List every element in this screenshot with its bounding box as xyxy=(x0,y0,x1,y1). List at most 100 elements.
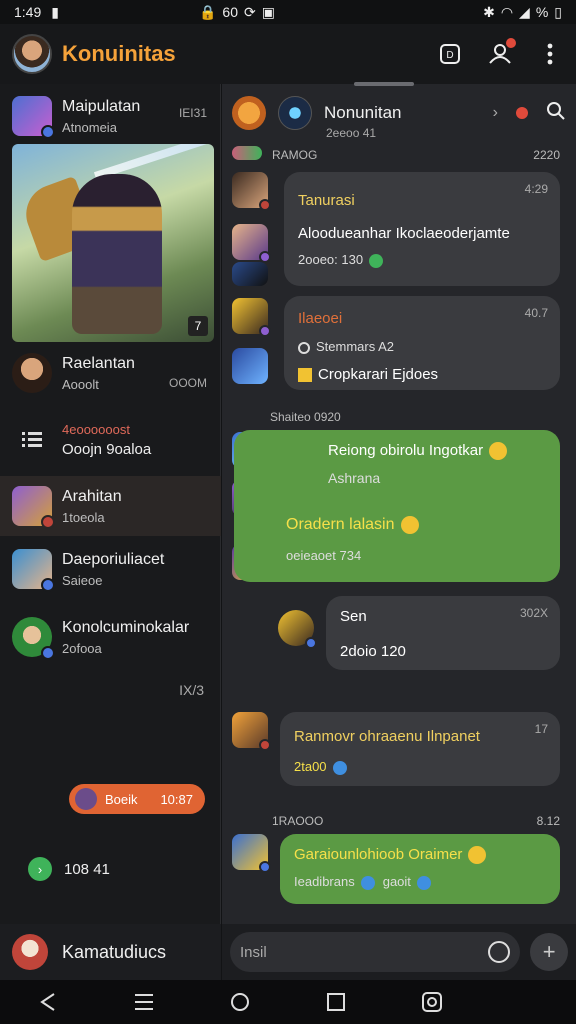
message-text: Ashrana xyxy=(328,470,381,487)
message-avatar[interactable] xyxy=(232,834,271,873)
status-badge xyxy=(41,578,55,592)
message-avatar[interactable] xyxy=(232,172,271,211)
message-bubble[interactable]: Sen 302X 2doio 120 xyxy=(326,596,560,670)
sidebar-item-list[interactable]: 4eoooooost Ooojn 9oaloa xyxy=(0,414,221,466)
group-add-icon[interactable] xyxy=(486,38,516,68)
message-avatar[interactable] xyxy=(232,712,271,751)
battery-icon: ▯ xyxy=(554,3,562,20)
sidebar: Maipulatan Atnomeia IEI31 7 Raelantan Ao… xyxy=(0,84,221,980)
signal-icon: ◢ xyxy=(519,3,530,20)
add-button[interactable]: + xyxy=(530,933,568,971)
message-text: Oradern lalasin xyxy=(286,516,395,534)
search-icon[interactable] xyxy=(546,101,566,126)
radio-icon xyxy=(298,341,310,354)
svg-text:D: D xyxy=(446,50,453,61)
message-text: Cropkarari Ejdoes xyxy=(318,366,439,383)
app-bar: Konuinitas D xyxy=(0,24,576,84)
message-bubble[interactable]: Garaiounlohioob Oraimer Ieadibrans gaoit xyxy=(280,834,560,904)
more-options-icon[interactable] xyxy=(536,40,564,68)
sidebar-item-sub: Atnomeia xyxy=(62,119,117,135)
message-text: gaoit xyxy=(382,874,411,890)
sidebar-item-name: Raelantan xyxy=(62,354,135,372)
sidebar-item-sub: Saieoe xyxy=(62,572,103,588)
footer-name: Kamatudiucs xyxy=(62,941,167,962)
chevron-right-icon[interactable]: › xyxy=(493,104,498,122)
status-badge xyxy=(41,515,55,529)
pill-number: 10:87 xyxy=(160,791,193,807)
sidebar-item-konolcuminokalar[interactable]: Konolcuminokalar 2ofooa xyxy=(0,612,221,662)
sidebar-item-arahitan[interactable]: Arahitan 1toeola xyxy=(0,476,221,536)
hero-image[interactable]: 7 xyxy=(12,144,214,342)
discord-icon[interactable]: D xyxy=(436,40,464,68)
live-indicator-icon[interactable] xyxy=(516,107,528,119)
message-list: RAMOG 2220 Tanurasi 4:29 Aloodueanhar Ik… xyxy=(222,142,576,924)
sidebar-item-meta: IEI31 xyxy=(178,106,207,120)
sidebar-item-daeporiuliacet[interactable]: Daeporiuliacet Saieoe xyxy=(0,544,221,594)
home-icon[interactable] xyxy=(192,991,288,1013)
sidebar-bottom-entry[interactable]: › 108 41 xyxy=(28,857,110,881)
message-input[interactable]: Insil xyxy=(230,932,521,972)
sidebar-item-raelantan[interactable]: Raelantan Aooolt OOOM xyxy=(0,350,221,396)
sync-icon: ⟳ xyxy=(243,3,256,20)
sidebar-footer[interactable]: Kamatudiucs xyxy=(0,924,221,980)
date-text: Shaiteo 0920 xyxy=(270,410,341,424)
list-icon xyxy=(12,420,52,460)
status-mid-text: 60 xyxy=(222,4,238,20)
profile-avatar[interactable] xyxy=(12,34,52,74)
menu-icon[interactable] xyxy=(96,993,192,1011)
chat-title: Nonunitan xyxy=(324,103,402,122)
battery-text: % xyxy=(535,4,549,20)
hand-emoji-icon xyxy=(298,368,312,383)
avatar xyxy=(12,96,55,139)
message-bubble[interactable]: Reiong obirolu Ingotkar Ashrana Oradern … xyxy=(234,430,560,582)
message-bubble[interactable]: Ranmovr ohraaenu Ilnpanet 17 2ta00 xyxy=(280,712,560,786)
emoji-picker-icon[interactable] xyxy=(488,941,511,963)
message-bubble[interactable]: Ilaeoei 40.7 Stemmars A2 Cropkarari Ejdo… xyxy=(284,296,560,390)
status-badge xyxy=(41,646,55,660)
app-icon: ▣ xyxy=(261,3,275,20)
avatar xyxy=(12,617,55,660)
chat-header: Nonunitan › 2eeoo 41 xyxy=(222,84,576,142)
server-icon[interactable] xyxy=(232,96,266,130)
sidebar-corner-label: IX/3 xyxy=(179,682,204,698)
storage-icon: ▮ xyxy=(51,3,59,20)
sidebar-item-maipulatan[interactable]: Maipulatan Atnomeia IEI31 xyxy=(0,94,221,139)
bluetooth-icon: ✱ xyxy=(483,3,495,20)
channel-avatar[interactable] xyxy=(278,96,312,130)
avatar xyxy=(12,549,55,592)
message-avatar[interactable] xyxy=(232,224,271,263)
wifi-icon: ◠ xyxy=(500,3,514,20)
message-bubble[interactable]: Tanurasi 4:29 Aloodueanhar Ikoclaeoderja… xyxy=(284,172,560,286)
status-badge xyxy=(259,861,271,873)
message-avatar[interactable] xyxy=(232,298,271,337)
back-icon[interactable] xyxy=(0,992,96,1012)
pill-label: Boeik xyxy=(105,791,138,807)
message-title: Ranmovr ohraaenu Ilnpanet xyxy=(294,728,480,745)
recents-icon[interactable] xyxy=(288,992,384,1012)
message-text: 2doio 120 xyxy=(340,643,406,660)
message-avatar[interactable] xyxy=(278,610,317,649)
status-badge xyxy=(259,325,271,337)
status-badge xyxy=(41,125,55,139)
warrior-figure xyxy=(72,174,162,334)
arrow-right-icon: › xyxy=(28,857,52,881)
assistant-icon[interactable] xyxy=(384,991,480,1013)
sidebar-item-meta: OOOM xyxy=(169,376,207,390)
message-time: 302X xyxy=(519,606,548,620)
message-meta: 2ooeo: 130 xyxy=(298,252,364,267)
sparkle-emoji-icon xyxy=(489,442,508,461)
message-title: Reiong obirolu Ingotkar xyxy=(328,442,484,459)
message-avatar[interactable] xyxy=(232,262,268,286)
sidebar-item-sub: 1toeola xyxy=(62,509,105,525)
message-avatar[interactable] xyxy=(232,348,268,384)
call-pill[interactable]: Boeik 10:87 xyxy=(69,784,205,814)
info-dot-icon xyxy=(332,760,347,775)
online-dot-icon xyxy=(369,253,384,268)
sidebar-item-name: Daeporiuliacet xyxy=(62,550,165,568)
avatar xyxy=(12,353,52,393)
bottom-entry-text: 108 41 xyxy=(64,860,110,878)
app-title: Konuinitas xyxy=(62,41,176,66)
message-text: 2ta00 xyxy=(294,759,327,774)
footer-avatar xyxy=(12,934,48,970)
chat-subtitle: 2eeoo 41 xyxy=(326,126,377,140)
